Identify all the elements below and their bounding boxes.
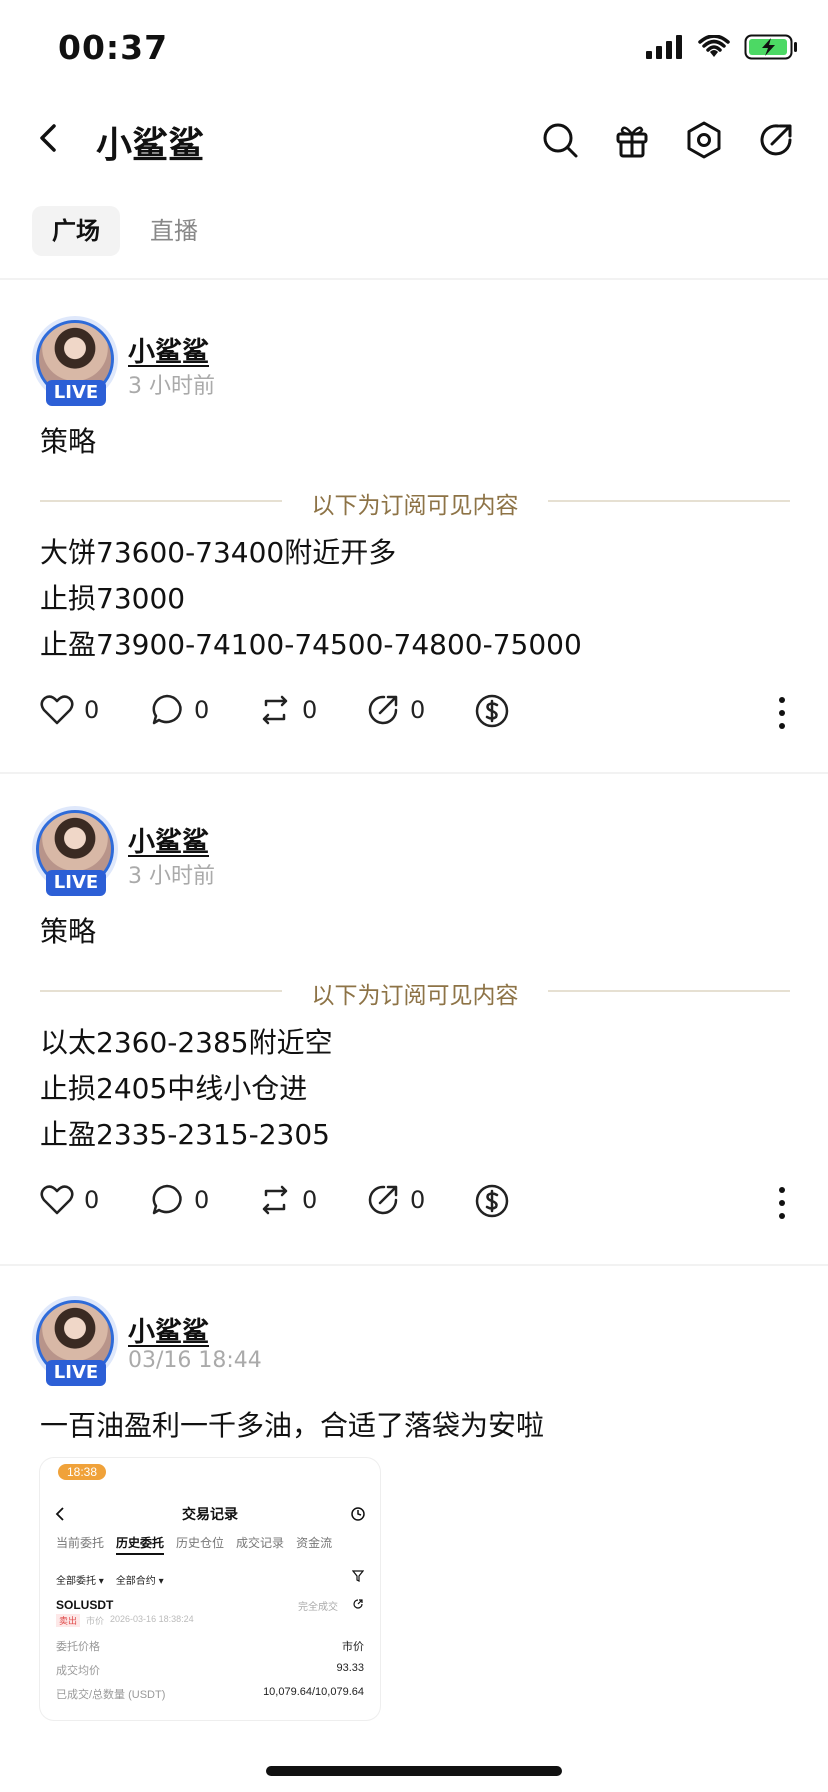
author-name[interactable]: 小鲨鲨 (128, 820, 209, 859)
screenshot-title: 交易记录 (182, 1506, 238, 1522)
search-icon[interactable] (540, 120, 580, 160)
battery-icon (744, 34, 797, 60)
dollar-coin-icon (475, 694, 509, 728)
post-time: 3 小时前 (128, 374, 215, 399)
like-count: 0 (84, 696, 100, 724)
top-nav: 小鲨鲨 (0, 100, 828, 186)
screenshot-row: 成交均价 93.33 (56, 1662, 364, 1677)
repost-icon (262, 695, 288, 725)
heart-icon (40, 1185, 74, 1215)
subscriber-label: 以下为订阅可见内容 (311, 983, 519, 1009)
more-options-icon[interactable] (776, 695, 788, 731)
tab-square[interactable]: 广场 (32, 206, 120, 256)
live-badge: LIVE (46, 1360, 106, 1386)
share-icon (368, 695, 398, 725)
post-text: 策略 (40, 915, 97, 948)
post-text: 策略 (40, 425, 97, 458)
comment-button[interactable]: 0 (150, 1183, 209, 1217)
tab-bar: 广场 直播 (32, 206, 218, 256)
post-time: 03/16 18:44 (128, 1348, 262, 1373)
subscriber-label: 以下为订阅可见内容 (311, 493, 519, 519)
repost-button[interactable]: 0 (258, 693, 317, 727)
status-bar: 00:37 (0, 0, 828, 100)
comment-button[interactable]: 0 (150, 693, 209, 727)
share-count: 0 (410, 696, 426, 724)
author-avatar[interactable]: LIVE (36, 320, 118, 412)
post-line: 止损2405中线小仓进 (40, 1072, 308, 1105)
repost-button[interactable]: 0 (258, 1183, 317, 1217)
screenshot-symbol: SOLUSDT (56, 1598, 114, 1612)
author-avatar[interactable]: LIVE (36, 1300, 118, 1392)
post-actions: 0 0 0 0 (40, 693, 788, 733)
repost-count: 0 (302, 1186, 318, 1214)
divider (0, 772, 828, 774)
history-icon (351, 1507, 365, 1521)
comment-icon (152, 1184, 182, 1215)
post-line: 大饼73600-73400附近开多 (40, 536, 397, 569)
comment-icon (152, 694, 182, 725)
post-body: 大饼73600-73400附近开多 止损73000 止盈73900-74100-… (40, 530, 582, 668)
tip-button[interactable] (474, 1183, 510, 1219)
comment-count: 0 (194, 696, 210, 724)
like-button[interactable]: 0 (40, 1183, 99, 1217)
home-indicator[interactable] (266, 1766, 562, 1776)
wifi-icon (698, 35, 730, 57)
share-post-button[interactable]: 0 (366, 693, 425, 727)
post-body: 以太2360-2385附近空 止损2405中线小仓进 止盈2335-2315-2… (40, 1020, 333, 1158)
back-arrow-icon[interactable] (30, 118, 70, 158)
post-actions: 0 0 0 0 (40, 1183, 788, 1223)
more-options-icon[interactable] (776, 1185, 788, 1221)
subscriber-divider: 以下为订阅可见内容 (40, 976, 790, 1009)
repost-count: 0 (302, 696, 318, 724)
share-post-button[interactable]: 0 (366, 1183, 425, 1217)
like-count: 0 (84, 1186, 100, 1214)
share-count: 0 (410, 1186, 426, 1214)
post-line: 止盈2335-2315-2305 (40, 1118, 330, 1151)
screenshot-status: 完全成交 (298, 1602, 338, 1613)
screenshot-time: 18:38 (58, 1464, 107, 1480)
screenshot-row: 委托价格 市价 (56, 1641, 364, 1653)
post-line: 止损73000 (40, 582, 186, 615)
status-icons (646, 34, 798, 60)
post-image[interactable]: 18:38 交易记录 当前委托 历史委托 历史仓位 成交记录 资金流 全部委托 … (40, 1458, 380, 1720)
signal-icon (646, 35, 682, 59)
screenshot-tabs: 当前委托 历史委托 历史仓位 成交记录 资金流 (56, 1534, 332, 1555)
subscriber-divider: 以下为订阅可见内容 (40, 486, 790, 519)
comment-count: 0 (194, 1186, 210, 1214)
page-title: 小鲨鲨 (96, 125, 205, 166)
screenshot-row: 已成交/总数量 (USDT) 10,079.64/10,079.64 (56, 1686, 364, 1701)
live-badge: LIVE (46, 380, 106, 406)
live-badge: LIVE (46, 870, 106, 896)
like-button[interactable]: 0 (40, 693, 99, 727)
tab-live[interactable]: 直播 (130, 206, 218, 256)
dollar-coin-icon (475, 1184, 509, 1218)
heart-icon (40, 695, 74, 725)
filter-icon (352, 1570, 364, 1582)
share-icon[interactable] (756, 120, 796, 160)
post-line: 以太2360-2385附近空 (40, 1026, 333, 1059)
repost-icon (262, 1185, 288, 1215)
screenshot-meta: 卖出 市价 2026-03-16 18:38:24 (56, 1614, 194, 1627)
share-icon (368, 1185, 398, 1215)
tip-button[interactable] (474, 693, 510, 729)
divider (0, 278, 828, 280)
divider (0, 1264, 828, 1266)
author-name[interactable]: 小鲨鲨 (128, 330, 209, 369)
settings-hex-icon[interactable] (684, 120, 724, 160)
post-time: 3 小时前 (128, 864, 215, 889)
status-time: 00:37 (58, 28, 169, 67)
gift-icon[interactable] (612, 120, 652, 160)
author-avatar[interactable]: LIVE (36, 810, 118, 902)
screenshot-filters: 全部委托 ▾ 全部合约 ▾ (56, 1576, 164, 1587)
author-name[interactable]: 小鲨鲨 (128, 1310, 209, 1349)
post-line: 止盈73900-74100-74500-74800-75000 (40, 628, 582, 661)
share-icon (353, 1599, 363, 1609)
post-text: 一百油盈利一千多油，合适了落袋为安啦 (40, 1409, 545, 1442)
